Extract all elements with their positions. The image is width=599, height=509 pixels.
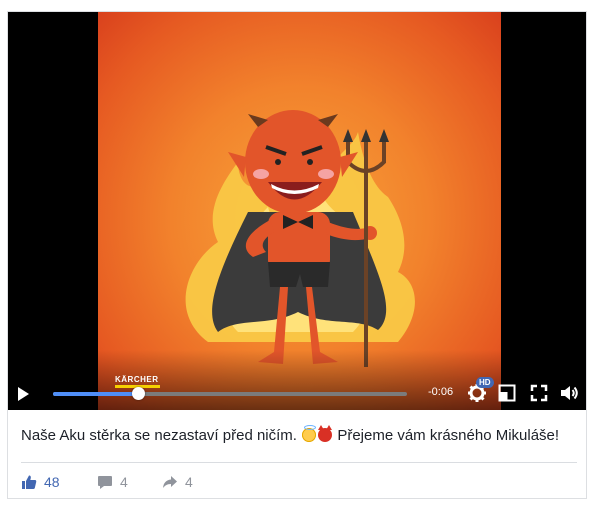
- time-remaining: -0:06: [428, 386, 454, 398]
- volume-icon[interactable]: [559, 383, 579, 403]
- comment-icon: [98, 476, 112, 489]
- play-icon[interactable]: [18, 387, 29, 401]
- divider: [21, 462, 577, 463]
- post-caption: Naše Aku stěrka se nezastaví před ničím.…: [21, 425, 581, 444]
- thumbs-up-icon: [22, 475, 37, 489]
- smiling-face-with-halo-icon: [302, 425, 317, 442]
- comments-count: 4: [120, 474, 128, 490]
- share-arrow-icon: [163, 476, 177, 488]
- mini-player-icon[interactable]: [498, 384, 516, 402]
- likes-count: 48: [44, 474, 60, 490]
- fullscreen-icon[interactable]: [530, 384, 548, 402]
- likes-stat[interactable]: 48: [21, 472, 60, 492]
- caption-tail: Přejeme vám krásného Mikuláše!: [337, 427, 560, 444]
- shares-stat[interactable]: 4: [162, 472, 193, 492]
- post-card: KÄRCHER -0:06 HD Naše Aku stěrka se neza…: [7, 11, 587, 499]
- shares-count: 4: [185, 474, 193, 490]
- video-player[interactable]: KÄRCHER -0:06 HD: [8, 12, 586, 410]
- smiling-face-with-horns-icon: [318, 425, 333, 442]
- engagement-bar: 48 4 4: [21, 472, 577, 492]
- progress-scrubber[interactable]: [131, 387, 145, 400]
- progress-fill: [53, 392, 138, 396]
- hd-badge: HD: [476, 377, 494, 388]
- video-controls: -0:06 HD: [8, 377, 586, 409]
- progress-track[interactable]: [53, 387, 407, 400]
- caption-text: Naše Aku stěrka se nezastaví před ničím.: [21, 427, 297, 444]
- comments-stat[interactable]: 4: [97, 472, 128, 492]
